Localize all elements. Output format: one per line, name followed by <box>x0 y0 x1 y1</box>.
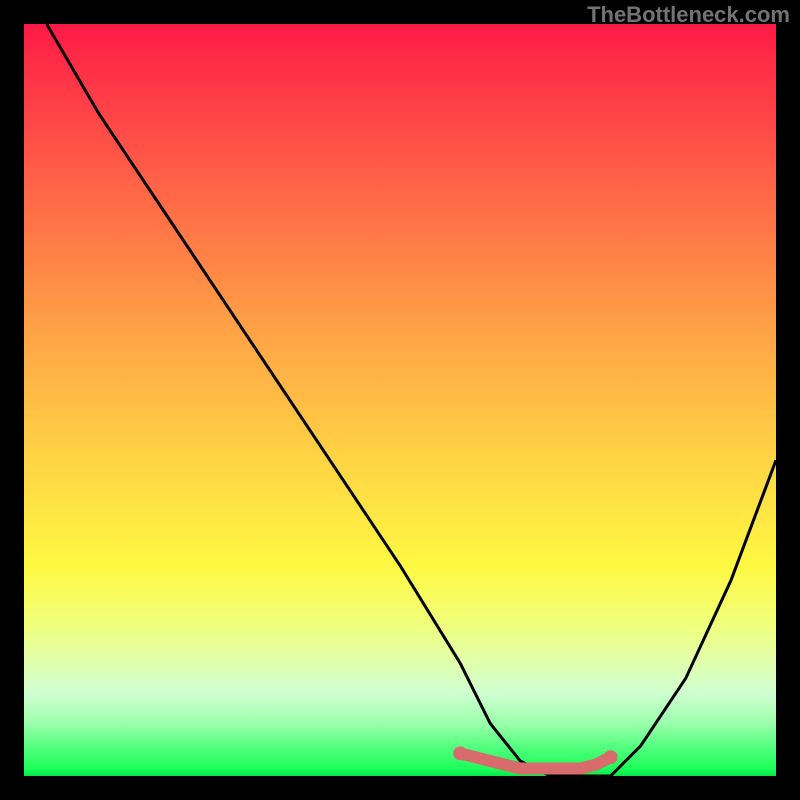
chart-frame: TheBottleneck.com <box>0 0 800 800</box>
watermark-label: TheBottleneck.com <box>587 2 790 28</box>
curve-layer <box>24 24 776 776</box>
plot-area <box>24 24 776 776</box>
chart-container: TheBottleneck.com <box>0 0 800 800</box>
optimal-band-endpoint <box>453 746 467 760</box>
bottleneck-curve <box>47 24 776 776</box>
optimal-band-endpoint <box>604 750 618 764</box>
optimal-band <box>453 746 617 768</box>
optimal-band-stroke <box>460 753 610 768</box>
